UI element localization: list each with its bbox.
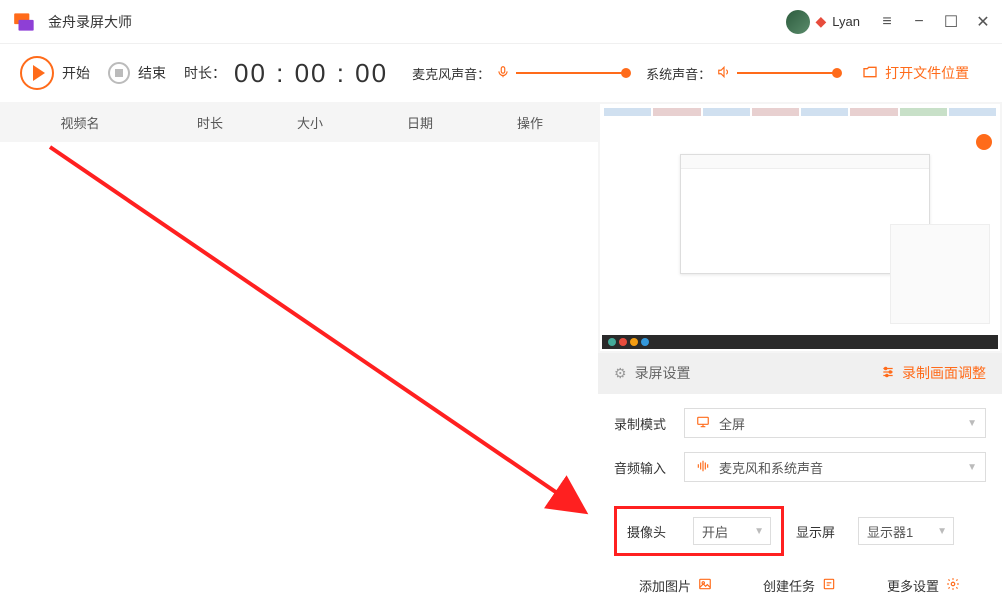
chevron-down-icon: ▼: [754, 526, 764, 537]
settings-title: 录屏设置: [635, 363, 691, 383]
mic-slider[interactable]: [516, 72, 626, 74]
display-select[interactable]: 显示器1 ▼: [858, 517, 954, 545]
settings-icon: [945, 577, 961, 594]
image-icon: [697, 577, 713, 594]
settings-header: ⚙ 录屏设置 录制画面调整: [598, 353, 1002, 394]
adjust-screen-button[interactable]: 录制画面调整: [880, 363, 986, 383]
toolbar: 开始 结束 时长： 00 : 00 : 00 麦克风声音： 系统声音： 打开文件…: [0, 44, 1002, 102]
display-label: 显示屏: [796, 522, 846, 541]
maximize-icon[interactable]: ☐: [944, 15, 958, 29]
add-image-label: 添加图片: [639, 576, 691, 595]
start-button[interactable]: [20, 56, 54, 90]
chevron-down-icon: ▼: [967, 418, 977, 429]
adjust-label: 录制画面调整: [902, 363, 986, 383]
adjust-icon: [880, 365, 896, 382]
th-size: 大小: [260, 113, 360, 132]
task-icon: [821, 577, 837, 594]
system-slider[interactable]: [737, 72, 837, 74]
system-label: 系统声音：: [646, 64, 711, 83]
chevron-down-icon: ▼: [937, 526, 947, 537]
right-panel: ⚙ 录屏设置 录制画面调整 录制模式 全屏 ▼ 音频输入: [598, 102, 1002, 609]
more-settings-label: 更多设置: [887, 576, 939, 595]
th-date: 日期: [360, 113, 480, 132]
avatar[interactable]: [786, 10, 810, 34]
display-value: 显示器1: [867, 522, 913, 541]
create-task-label: 创建任务: [763, 576, 815, 595]
close-icon[interactable]: ✕: [976, 15, 990, 29]
end-label: 结束: [138, 63, 166, 83]
settings-body: 录制模式 全屏 ▼ 音频输入 麦克风和系统声音 ▼ 摄像头: [598, 394, 1002, 609]
stop-button[interactable]: [108, 62, 130, 84]
menu-icon[interactable]: ≡: [880, 15, 894, 29]
record-mode-select[interactable]: 全屏 ▼: [684, 408, 986, 438]
system-volume: 系统声音：: [646, 64, 837, 83]
duration-value: 00 : 00 : 00: [234, 58, 388, 89]
monitor-icon: [695, 415, 711, 432]
duration-label: 时长：: [184, 63, 226, 83]
user-name: Lyan: [832, 14, 860, 29]
chevron-down-icon: ▼: [967, 462, 977, 473]
camera-select[interactable]: 开启 ▼: [693, 517, 771, 545]
th-duration: 时长: [160, 113, 260, 132]
audio-wave-icon: [695, 459, 711, 476]
mic-volume: 麦克风声音：: [412, 64, 626, 83]
more-settings-button[interactable]: 更多设置: [887, 576, 961, 595]
camera-value: 开启: [702, 522, 728, 541]
table-header: 视频名 时长 大小 日期 操作: [0, 102, 598, 142]
create-task-button[interactable]: 创建任务: [763, 576, 837, 595]
vip-diamond-icon: ◆: [816, 13, 827, 30]
start-label: 开始: [62, 63, 90, 83]
app-logo: [12, 9, 38, 35]
titlebar: 金舟录屏大师 ◆ Lyan ≡ − ☐ ✕: [0, 0, 1002, 44]
th-name: 视频名: [0, 113, 160, 132]
preview-area: [600, 104, 1000, 351]
camera-highlight-box: 摄像头 开启 ▼: [614, 506, 784, 556]
video-list-panel: 视频名 时长 大小 日期 操作: [0, 102, 598, 609]
audio-input-select[interactable]: 麦克风和系统声音 ▼: [684, 452, 986, 482]
open-folder-label: 打开文件位置: [885, 63, 969, 83]
add-image-button[interactable]: 添加图片: [639, 576, 713, 595]
mic-label: 麦克风声音：: [412, 64, 490, 83]
speaker-icon[interactable]: [717, 65, 731, 82]
th-operation: 操作: [480, 113, 580, 132]
minimize-icon[interactable]: −: [912, 15, 926, 29]
audio-input-label: 音频输入: [614, 458, 684, 477]
open-folder-button[interactable]: 打开文件位置: [861, 63, 969, 83]
mic-icon[interactable]: [496, 65, 510, 82]
camera-label: 摄像头: [627, 522, 683, 541]
gear-icon: ⚙: [614, 365, 627, 382]
app-title: 金舟录屏大师: [48, 12, 786, 32]
record-mode-value: 全屏: [719, 414, 745, 433]
record-mode-label: 录制模式: [614, 414, 684, 433]
folder-icon: [861, 64, 879, 83]
audio-input-value: 麦克风和系统声音: [719, 458, 823, 477]
